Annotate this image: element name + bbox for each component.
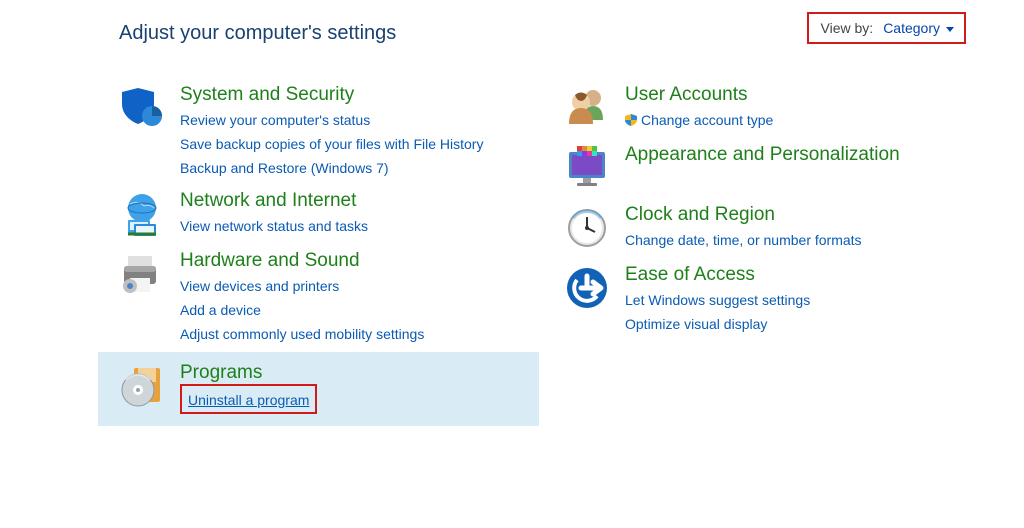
link-backup-restore[interactable]: Backup and Restore (Windows 7) — [180, 158, 389, 178]
category-network: Network and Internet View network status… — [104, 186, 539, 242]
link-mobility-settings[interactable]: Adjust commonly used mobility settings — [180, 324, 424, 344]
highlight-uninstall: Uninstall a program — [180, 384, 317, 414]
view-by-dropdown[interactable]: Category — [883, 20, 954, 36]
category-hardware: Hardware and Sound View devices and prin… — [104, 246, 539, 348]
clock-icon — [563, 204, 611, 252]
link-network-status[interactable]: View network status and tasks — [180, 216, 368, 236]
category-user-accounts: User Accounts Change account type — [549, 80, 984, 136]
globe-network-icon — [118, 190, 166, 238]
disc-box-icon — [118, 362, 166, 410]
uac-shield-icon — [625, 114, 637, 126]
printer-icon — [118, 250, 166, 298]
shield-icon — [118, 84, 166, 132]
category-programs: Programs Uninstall a program — [98, 352, 539, 426]
category-ease-of-access: Ease of Access Let Windows suggest setti… — [549, 260, 984, 338]
category-title-network[interactable]: Network and Internet — [180, 190, 368, 212]
link-add-device[interactable]: Add a device — [180, 300, 261, 320]
category-title-hardware[interactable]: Hardware and Sound — [180, 250, 424, 272]
view-by-value: Category — [883, 20, 940, 36]
ease-of-access-icon — [563, 264, 611, 312]
category-clock: Clock and Region Change date, time, or n… — [549, 200, 984, 256]
link-change-account-type[interactable]: Change account type — [625, 110, 773, 130]
chevron-down-icon — [946, 27, 954, 32]
category-appearance: Appearance and Personalization — [549, 140, 984, 196]
category-title-programs[interactable]: Programs — [180, 362, 317, 384]
link-change-date-time[interactable]: Change date, time, or number formats — [625, 230, 862, 250]
people-icon — [563, 84, 611, 132]
category-title-user-accounts[interactable]: User Accounts — [625, 84, 773, 106]
category-title-clock[interactable]: Clock and Region — [625, 204, 862, 226]
link-suggest-settings[interactable]: Let Windows suggest settings — [625, 290, 810, 310]
monitor-colors-icon — [563, 144, 611, 192]
link-change-account-type-text: Change account type — [641, 110, 773, 130]
category-title-system-security[interactable]: System and Security — [180, 84, 483, 106]
link-devices-printers[interactable]: View devices and printers — [180, 276, 339, 296]
category-system-security: System and Security Review your computer… — [104, 80, 539, 182]
link-review-status[interactable]: Review your computer's status — [180, 110, 370, 130]
link-uninstall-program[interactable]: Uninstall a program — [188, 390, 309, 410]
page-title: Adjust your computer's settings — [119, 22, 396, 45]
category-title-appearance[interactable]: Appearance and Personalization — [625, 144, 900, 166]
link-optimize-display[interactable]: Optimize visual display — [625, 314, 767, 334]
view-by-label: View by: — [821, 20, 874, 36]
category-title-ease-of-access[interactable]: Ease of Access — [625, 264, 810, 286]
view-by-dropdown-highlight: View by: Category — [807, 12, 966, 44]
link-backup-file-history[interactable]: Save backup copies of your files with Fi… — [180, 134, 483, 154]
